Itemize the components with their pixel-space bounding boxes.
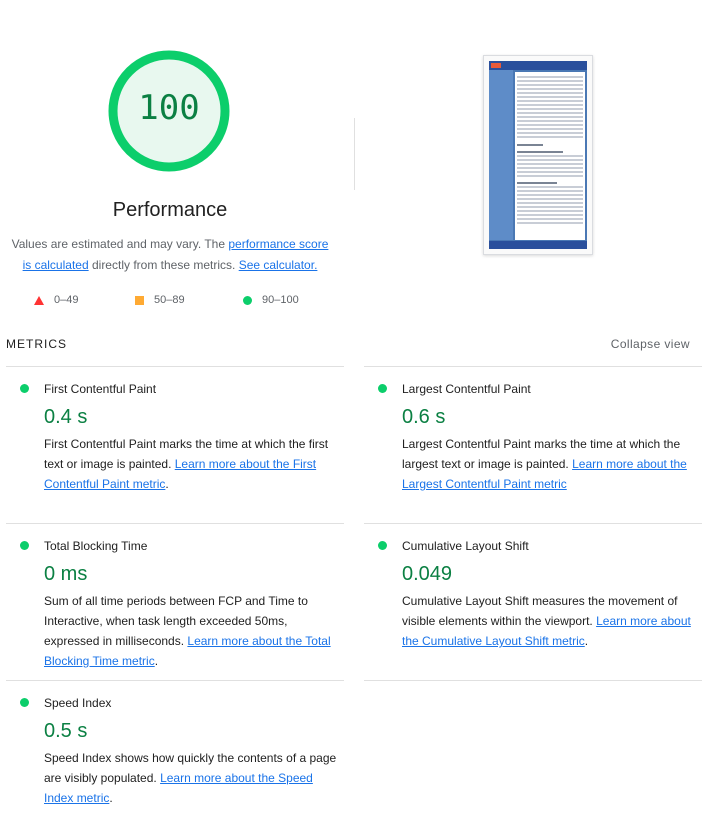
pass-circle-icon xyxy=(20,698,29,707)
screenshot-logo xyxy=(491,63,501,68)
pass-circle-icon xyxy=(378,541,387,550)
metric-divider xyxy=(364,680,702,681)
average-square-icon xyxy=(135,295,144,305)
metric-value: 0 ms xyxy=(44,563,88,585)
metric-total-blocking-time: Total Blocking Time 0 ms Sum of all time… xyxy=(20,538,344,671)
metric-title: Speed Index xyxy=(44,696,112,710)
metric-speed-index: Speed Index 0.5 s Speed Index shows how … xyxy=(20,695,344,808)
score-title: Performance xyxy=(112,199,228,221)
collapse-view-toggle[interactable]: Collapse view xyxy=(611,337,690,351)
score-value: 100 xyxy=(138,88,200,128)
score-disclaimer: Values are estimated and may vary. The p… xyxy=(8,234,332,276)
screenshot-page xyxy=(489,61,587,249)
legend-pass-label: 90–100 xyxy=(262,294,299,306)
pass-circle-icon xyxy=(20,541,29,550)
metrics-heading: METRICS xyxy=(6,337,67,351)
metric-divider xyxy=(6,523,344,524)
metric-value: 0.5 s xyxy=(44,720,88,742)
metric-value: 0.4 s xyxy=(44,406,88,428)
legend-fail-label: 0–49 xyxy=(54,294,79,306)
screenshot-content xyxy=(515,72,585,240)
metric-first-contentful-paint: First Contentful Paint 0.4 s First Conte… xyxy=(20,381,344,494)
legend-average-label: 50–89 xyxy=(154,294,185,306)
metric-title: Total Blocking Time xyxy=(44,539,148,553)
metric-divider xyxy=(364,366,702,367)
screenshot-footer xyxy=(489,241,587,249)
metric-description: Speed Index shows how quickly the conten… xyxy=(44,751,337,805)
metric-largest-contentful-paint: Largest Contentful Paint 0.6 s Largest C… xyxy=(378,381,702,494)
legend-fail: 0–49 xyxy=(34,292,78,308)
metric-value: 0.049 xyxy=(402,563,453,585)
vertical-divider xyxy=(354,118,355,190)
disclaimer-text-middle: directly from these metrics. xyxy=(88,258,239,272)
pass-circle-icon xyxy=(378,384,387,393)
metric-cumulative-layout-shift: Cumulative Layout Shift 0.049 Cumulative… xyxy=(378,538,702,651)
metric-description: First Contentful Paint marks the time at… xyxy=(44,437,329,491)
legend-average: 50–89 xyxy=(135,292,185,308)
metric-description: Largest Contentful Paint marks the time … xyxy=(402,437,687,491)
metric-title: First Contentful Paint xyxy=(44,382,157,396)
pass-circle-icon xyxy=(243,295,252,305)
metric-value: 0.6 s xyxy=(402,406,446,428)
metric-divider xyxy=(6,366,344,367)
metric-description: Cumulative Layout Shift measures the mov… xyxy=(402,594,691,648)
metric-title: Largest Contentful Paint xyxy=(402,382,531,396)
fail-triangle-icon xyxy=(34,295,44,305)
metric-divider xyxy=(364,523,702,524)
metric-title: Cumulative Layout Shift xyxy=(402,539,529,553)
pass-circle-icon xyxy=(20,384,29,393)
final-screenshot-thumbnail[interactable] xyxy=(483,55,593,255)
legend-pass: 90–100 xyxy=(243,292,299,308)
disclaimer-text: Values are estimated and may vary. The xyxy=(11,237,229,251)
see-calculator-link[interactable]: See calculator. xyxy=(239,258,318,272)
screenshot-sidebar xyxy=(489,70,513,240)
metric-description: Sum of all time periods between FCP and … xyxy=(44,594,331,668)
metric-divider xyxy=(6,680,344,681)
